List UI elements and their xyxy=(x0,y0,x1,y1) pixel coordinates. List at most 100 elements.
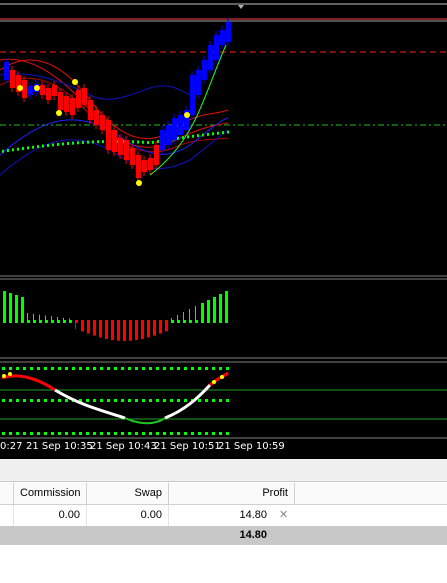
trade-row[interactable]: 0.00 0.00 14.80 ✕ xyxy=(0,505,447,527)
close-position-icon[interactable]: ✕ xyxy=(279,505,288,526)
time-axis-label: 0:27 xyxy=(0,441,23,452)
histogram-dot xyxy=(219,320,222,323)
osc-dot xyxy=(177,432,180,435)
histogram-bar xyxy=(141,321,144,339)
osc-dot xyxy=(177,399,180,402)
osc-dot xyxy=(107,432,110,435)
osc-dot xyxy=(121,432,124,435)
profit-column-header[interactable]: Profit xyxy=(169,483,295,504)
osc-dot xyxy=(30,432,33,435)
histogram-dot xyxy=(195,320,198,323)
osc-dot xyxy=(121,367,124,370)
time-axis-label: 21 Sep 10:43 xyxy=(90,441,157,452)
osc-dot xyxy=(37,367,40,370)
candle-body xyxy=(52,85,57,96)
profit-value: 14.80 xyxy=(239,509,267,521)
swap-value: 0.00 xyxy=(87,505,169,526)
ma-dot xyxy=(97,140,99,144)
histogram-dot xyxy=(153,320,156,323)
histogram-bar xyxy=(15,295,18,321)
commission-column-header[interactable]: Commission xyxy=(14,483,87,504)
ma-dot xyxy=(47,143,49,147)
ma-dot xyxy=(177,136,179,140)
candle-body xyxy=(40,85,45,95)
histogram-bar xyxy=(153,321,156,336)
osc-signal-point xyxy=(2,374,6,378)
osc-dot xyxy=(212,399,215,402)
histogram-dot xyxy=(207,320,210,323)
ma-dot xyxy=(22,147,24,151)
osc-dot xyxy=(219,399,222,402)
osc-dot xyxy=(100,432,103,435)
candle-body xyxy=(58,92,63,110)
osc-dot xyxy=(135,399,138,402)
osc-dot xyxy=(107,367,110,370)
osc-dot xyxy=(30,367,33,370)
osc-dot xyxy=(205,399,208,402)
swap-column-header[interactable]: Swap xyxy=(87,483,169,504)
ma-dot xyxy=(12,148,14,152)
ma-dot xyxy=(197,134,199,138)
trade-table-header: Commission Swap Profit xyxy=(0,483,447,505)
histogram-dot xyxy=(183,320,186,323)
histogram-dot xyxy=(15,320,18,323)
total-row: 14.80 xyxy=(0,526,447,545)
osc-dot xyxy=(135,432,138,435)
osc-dot xyxy=(58,399,61,402)
chart-canvas[interactable] xyxy=(0,0,447,459)
fractal-point xyxy=(136,180,142,186)
osc-dot xyxy=(198,367,201,370)
candle-body xyxy=(208,45,213,70)
osc-dot xyxy=(65,432,68,435)
osc-line-white xyxy=(54,388,126,420)
ma-dot xyxy=(17,147,19,151)
histogram-bar xyxy=(213,297,216,321)
price-chart[interactable]: 0:27 21 Sep 10:35 21 Sep 10:43 21 Sep 10… xyxy=(0,0,447,459)
osc-dot xyxy=(72,367,75,370)
osc-dot xyxy=(121,399,124,402)
histogram-dot xyxy=(33,320,36,323)
histogram-dot xyxy=(189,320,192,323)
osc-dot xyxy=(44,367,47,370)
ma-dot xyxy=(57,142,59,146)
osc-dot xyxy=(191,432,194,435)
osc-dot xyxy=(65,399,68,402)
histogram-bar xyxy=(33,313,34,321)
ma-dot xyxy=(227,130,229,134)
osc-dot xyxy=(9,367,12,370)
histogram-bar xyxy=(225,291,228,321)
osc-signal-point xyxy=(220,375,224,379)
ma-dot xyxy=(82,140,84,144)
osc-dot xyxy=(107,399,110,402)
candle-body xyxy=(178,115,183,135)
osc-dot xyxy=(51,399,54,402)
osc-dot xyxy=(37,432,40,435)
candle-body xyxy=(214,35,219,60)
osc-dot xyxy=(16,399,19,402)
commission-value: 0.00 xyxy=(14,505,87,526)
ma-dot xyxy=(182,136,184,140)
candle-body xyxy=(166,125,171,145)
osc-dot xyxy=(114,367,117,370)
ma-dot xyxy=(147,141,149,145)
ma-dot xyxy=(27,146,29,150)
histogram-dot xyxy=(213,320,216,323)
osc-dot xyxy=(114,399,117,402)
osc-line-red xyxy=(1,374,56,392)
terminal-panel: Commission Swap Profit 0.00 0.00 14.80 ✕… xyxy=(0,459,447,583)
osc-dot xyxy=(184,367,187,370)
ma-dot xyxy=(212,132,214,136)
candle-body xyxy=(82,88,87,105)
candle-body xyxy=(94,110,99,125)
ma-dot xyxy=(202,133,204,137)
candle-body xyxy=(118,138,123,155)
histogram-bar xyxy=(111,321,114,341)
histogram-dot xyxy=(93,320,96,323)
histogram-bar xyxy=(147,321,150,338)
histogram-dot xyxy=(225,320,228,323)
ma-dot xyxy=(142,140,144,144)
osc-dot xyxy=(44,432,47,435)
osc-dot xyxy=(100,367,103,370)
ma-dot xyxy=(137,140,139,144)
osc-dot xyxy=(79,367,82,370)
